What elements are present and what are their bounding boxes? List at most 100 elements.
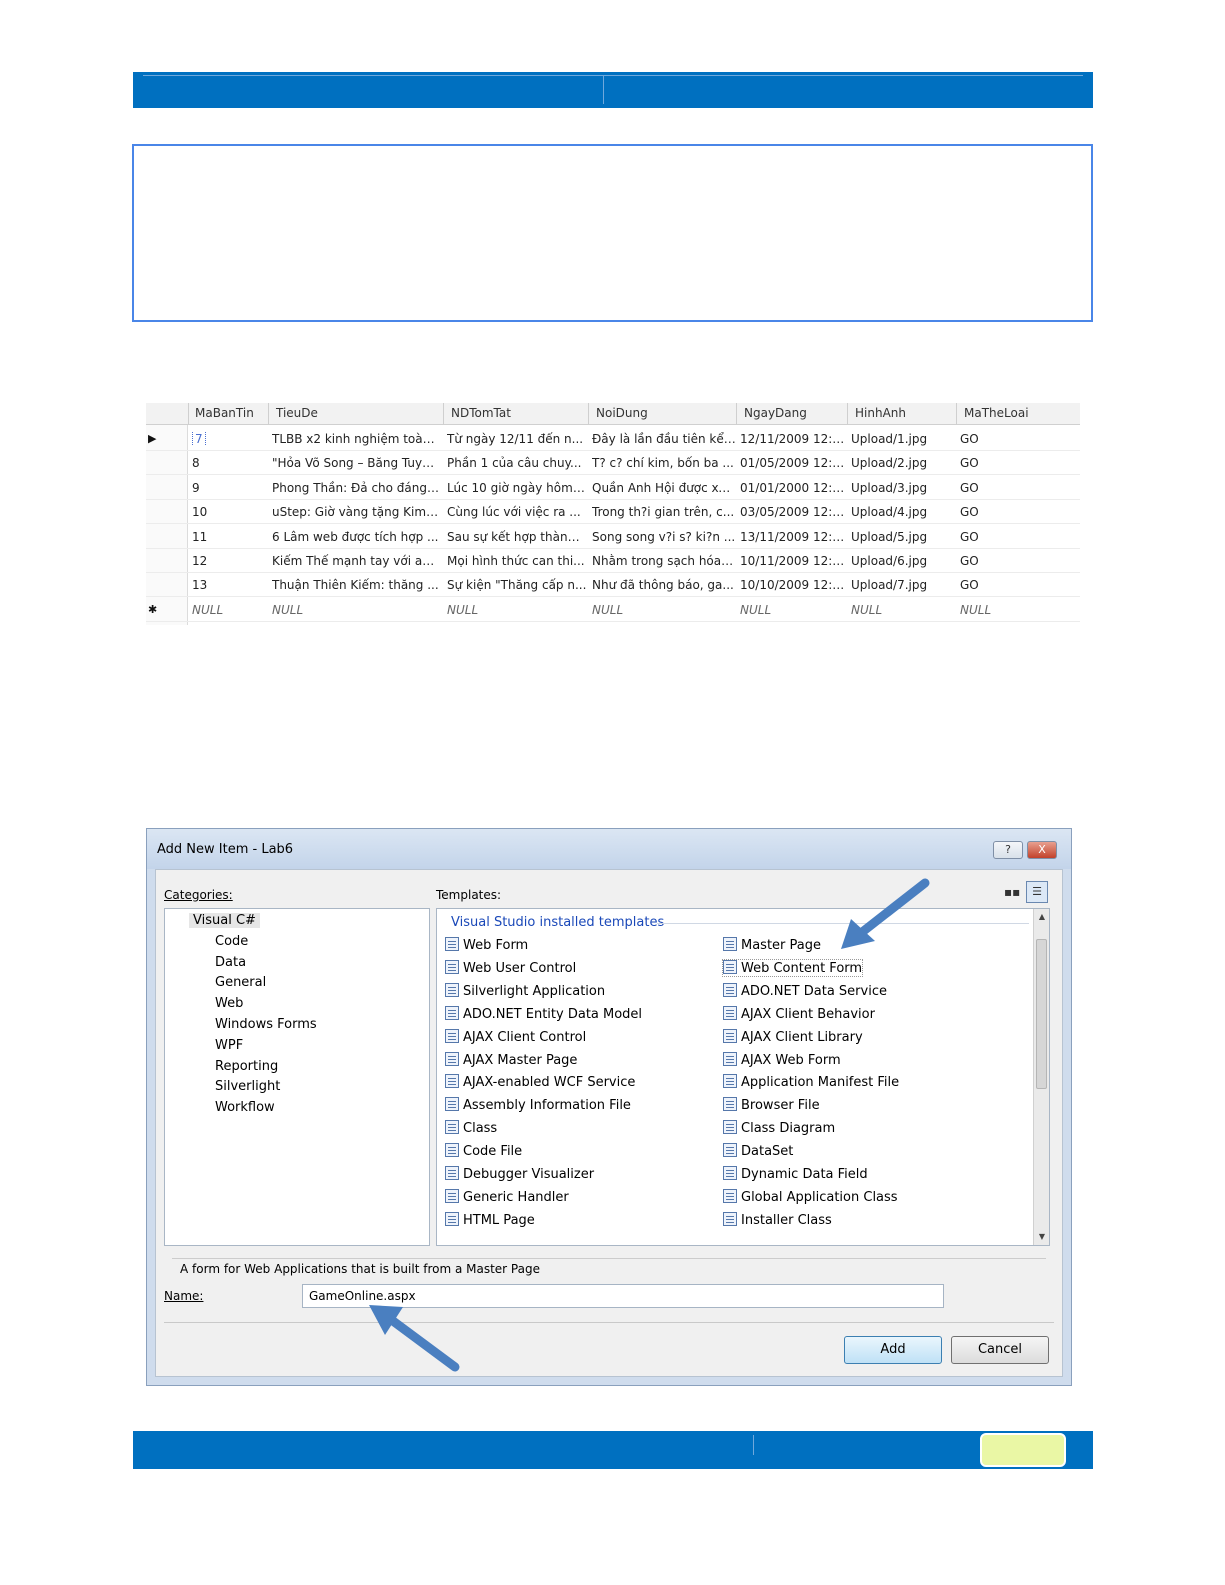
table-cell[interactable]: Kiếm Thế mạnh tay với aut... [272, 554, 440, 568]
category-item[interactable]: Windows Forms [215, 1017, 317, 1032]
column-header-ngaydang[interactable]: NgayDang [744, 406, 807, 420]
table-cell[interactable]: Từ ngày 12/11 đến n... [447, 432, 587, 446]
table-cell[interactable]: 12 [192, 554, 262, 568]
column-header-mabantin[interactable]: MaBanTin [195, 406, 254, 420]
add-button[interactable]: Add [844, 1336, 942, 1364]
column-header-ndtomtat[interactable]: NDTomTat [451, 406, 511, 420]
table-cell[interactable]: Nhằm trong sạch hóa ... [592, 554, 736, 568]
template-item[interactable]: Browser File [723, 1097, 820, 1113]
table-cell[interactable]: Cùng lúc với việc ra ... [447, 505, 587, 519]
table-cell[interactable]: 10/10/2009 12:0... [740, 578, 848, 592]
template-item[interactable]: Global Application Class [723, 1188, 898, 1205]
table-cell[interactable]: 10 [192, 505, 262, 519]
template-item[interactable]: AJAX Web Form [723, 1051, 841, 1068]
table-cell[interactable]: NULL [592, 603, 736, 617]
table-cell[interactable]: Sau sự kết hợp thành ... [447, 530, 587, 544]
template-item[interactable]: DataSet [723, 1143, 793, 1159]
table-cell[interactable]: GO [960, 530, 1060, 544]
table-cell[interactable]: Upload/3.jpg [851, 481, 953, 495]
table-cell[interactable]: 8 [192, 456, 262, 470]
scroll-thumb[interactable] [1036, 939, 1047, 1089]
table-row[interactable]: 13 Thuận Thiên Kiếm: thăng ... Sự kiện "Th… [146, 573, 1080, 598]
table-cell[interactable]: 12/11/2009 12:0... [740, 432, 848, 446]
template-item[interactable]: Web Content Form [721, 958, 864, 977]
category-item[interactable]: Workflow [215, 1100, 275, 1115]
table-cell[interactable]: 13 [192, 578, 262, 592]
table-cell[interactable]: Upload/7.jpg [851, 578, 953, 592]
template-item[interactable]: ADO.NET Data Service [723, 982, 887, 999]
template-item[interactable]: Assembly Information File [445, 1097, 631, 1113]
template-item[interactable]: Installer Class [723, 1211, 832, 1228]
table-row[interactable]: 10 uStep: Giờ vàng tặng Kim ... Cùng lúc v… [146, 500, 1080, 525]
table-row[interactable]: 9 Phong Thần: Đả cho đáng ... Lúc 10 giờ n… [146, 476, 1080, 500]
table-cell[interactable]: Upload/5.jpg [851, 530, 953, 544]
category-item[interactable]: WPF [215, 1038, 243, 1053]
table-cell[interactable]: Upload/1.jpg [851, 432, 953, 446]
template-item[interactable]: Class Diagram [723, 1120, 835, 1136]
category-item[interactable]: Reporting [215, 1059, 278, 1074]
template-item[interactable]: Web User Control [445, 959, 576, 976]
template-item[interactable]: ADO.NET Entity Data Model [445, 1005, 642, 1022]
table-row[interactable]: ▶ 7 TLBB x2 kinh nghiệm toàn ... Từ ngày 12… [146, 427, 1080, 451]
category-item[interactable]: Visual C# [189, 913, 260, 928]
table-cell[interactable]: Song song v?i s? ki?n ... [592, 530, 736, 544]
table-cell[interactable]: Sự kiện "Thăng cấp n... [447, 578, 587, 592]
category-item[interactable]: Web [215, 996, 243, 1011]
table-row[interactable]: 11 6 Lâm web được tích hợp ... Sau sự kết … [146, 525, 1080, 549]
template-item[interactable]: Application Manifest File [723, 1074, 899, 1090]
list-view-icon[interactable]: ☰ [1026, 881, 1048, 903]
table-cell[interactable]: NULL [851, 603, 953, 617]
table-cell[interactable]: 9 [192, 481, 262, 495]
category-item[interactable]: General [215, 975, 266, 990]
template-item[interactable]: AJAX Master Page [445, 1051, 577, 1068]
template-item[interactable]: Code File [445, 1143, 522, 1159]
table-row[interactable]: 12 Kiếm Thế mạnh tay với aut... Mọi hình t… [146, 549, 1080, 573]
small-icons-view-icon[interactable]: ▪▪ [1004, 884, 1020, 900]
column-header-hinhanh[interactable]: HinhAnh [855, 406, 906, 420]
column-header-matheloai[interactable]: MaTheLoai [964, 406, 1029, 420]
table-cell[interactable]: Trong th?i gian trên, c... [592, 505, 736, 519]
table-cell[interactable]: 01/01/2000 12:0... [740, 481, 848, 495]
template-item[interactable]: AJAX Client Library [723, 1028, 863, 1045]
table-row[interactable]: ✱ NULL NULL NULL NULL NULL NULL NULL [146, 598, 1080, 622]
column-header-tieude[interactable]: TieuDe [276, 406, 318, 420]
table-cell[interactable]: Upload/2.jpg [851, 456, 953, 470]
table-cell[interactable]: Đây là lần đầu tiên kể t... [592, 432, 736, 446]
table-cell[interactable]: NULL [960, 603, 1060, 617]
table-cell[interactable]: NULL [447, 603, 587, 617]
help-button[interactable]: ? [993, 841, 1023, 859]
table-cell[interactable]: Upload/4.jpg [851, 505, 953, 519]
close-button[interactable]: X [1027, 841, 1057, 859]
table-cell[interactable]: 7 [192, 432, 262, 446]
table-cell[interactable]: GO [960, 505, 1060, 519]
table-cell[interactable]: Thuận Thiên Kiếm: thăng ... [272, 578, 440, 592]
template-item[interactable]: Dynamic Data Field [723, 1166, 868, 1182]
template-item[interactable]: Class [445, 1120, 497, 1136]
table-cell[interactable]: NULL [192, 603, 262, 617]
table-cell[interactable]: GO [960, 456, 1060, 470]
scroll-up-arrow-icon[interactable]: ▲ [1034, 909, 1049, 925]
template-item[interactable]: Web Form [445, 937, 528, 953]
templates-scrollbar[interactable]: ▲ ▼ [1033, 909, 1049, 1245]
table-cell[interactable]: Phong Thần: Đả cho đáng ... [272, 481, 440, 495]
table-cell[interactable]: Quần Anh Hội được xe... [592, 481, 736, 495]
table-cell[interactable]: TLBB x2 kinh nghiệm toàn ... [272, 432, 440, 446]
table-cell[interactable]: Lúc 10 giờ ngày hôm ... [447, 481, 587, 495]
column-header-noidung[interactable]: NoiDung [596, 406, 648, 420]
category-item[interactable]: Code [215, 934, 248, 949]
table-cell[interactable]: GO [960, 481, 1060, 495]
table-cell[interactable]: Upload/6.jpg [851, 554, 953, 568]
table-cell[interactable]: NULL [740, 603, 848, 617]
template-item[interactable]: Debugger Visualizer [445, 1166, 594, 1182]
table-cell[interactable]: 13/11/2009 12:0... [740, 530, 848, 544]
table-cell[interactable]: Phần 1 của câu chuy... [447, 456, 587, 470]
template-item[interactable]: AJAX-enabled WCF Service [445, 1074, 635, 1090]
table-cell[interactable]: GO [960, 432, 1060, 446]
table-cell[interactable]: 10/11/2009 12:0... [740, 554, 848, 568]
table-cell[interactable]: GO [960, 554, 1060, 568]
table-row[interactable]: 8 "Hỏa Võ Song – Băng Tuyế... Phần 1 của c… [146, 451, 1080, 476]
template-item[interactable]: Master Page [723, 937, 821, 953]
table-cell[interactable]: T? c? chí kim, bốn ba ... [592, 456, 736, 470]
table-cell[interactable]: Mọi hình thức can thi... [447, 554, 587, 568]
table-cell[interactable]: 6 Lâm web được tích hợp ... [272, 530, 440, 544]
